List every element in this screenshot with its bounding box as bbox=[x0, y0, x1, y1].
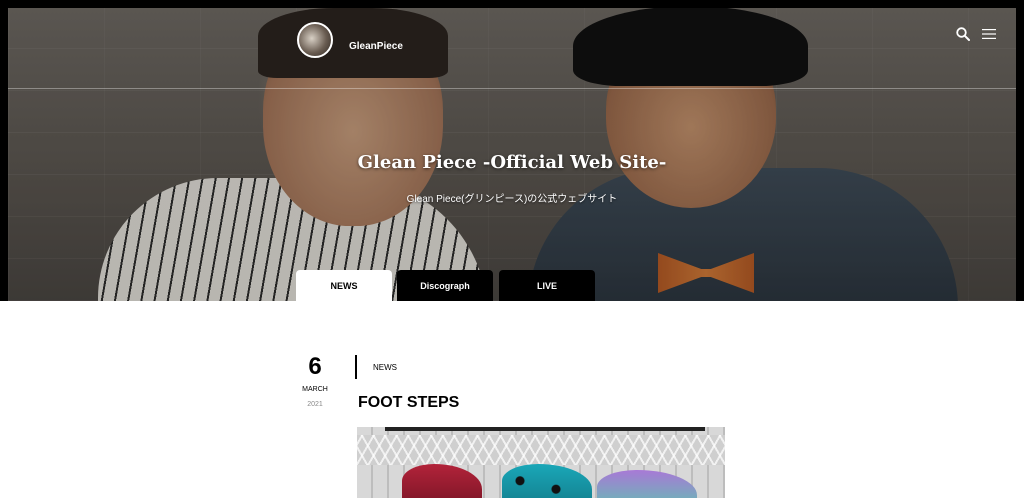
search-icon[interactable] bbox=[956, 27, 970, 41]
thumbnail-pattern-band bbox=[357, 435, 725, 465]
thumbnail-teal-sneaker bbox=[502, 464, 592, 498]
post-category[interactable]: NEWS bbox=[373, 363, 397, 372]
hero-subtitle: Glean Piece(グリンピース)の公式ウェブサイト bbox=[406, 194, 618, 205]
thumbnail-red-sneaker bbox=[402, 464, 482, 498]
post-date-day: 6 bbox=[308, 353, 322, 380]
thumbnail-purple-sneaker bbox=[597, 470, 697, 498]
site-name[interactable]: GleanPiece bbox=[349, 41, 403, 52]
hamburger-menu-icon[interactable] bbox=[982, 28, 996, 40]
post-title[interactable]: FOOT STEPS bbox=[358, 394, 459, 412]
tab-live[interactable]: LIVE bbox=[499, 270, 595, 302]
site-logo[interactable] bbox=[297, 22, 333, 58]
header-divider bbox=[8, 88, 1016, 89]
tab-news[interactable]: NEWS bbox=[296, 270, 392, 302]
hero-title: Glean Piece -Official Web Site- bbox=[357, 152, 667, 173]
thumbnail-top-bar bbox=[385, 427, 705, 431]
post-date-year: 2021 bbox=[307, 401, 323, 408]
tab-discograph[interactable]: Discograph bbox=[397, 270, 493, 302]
main-content: 6 MARCH 2021 NEWS FOOT STEPS bbox=[0, 301, 1024, 498]
post-thumbnail[interactable] bbox=[357, 427, 725, 498]
category-divider bbox=[355, 355, 357, 379]
post-date-month: MARCH bbox=[302, 386, 328, 393]
